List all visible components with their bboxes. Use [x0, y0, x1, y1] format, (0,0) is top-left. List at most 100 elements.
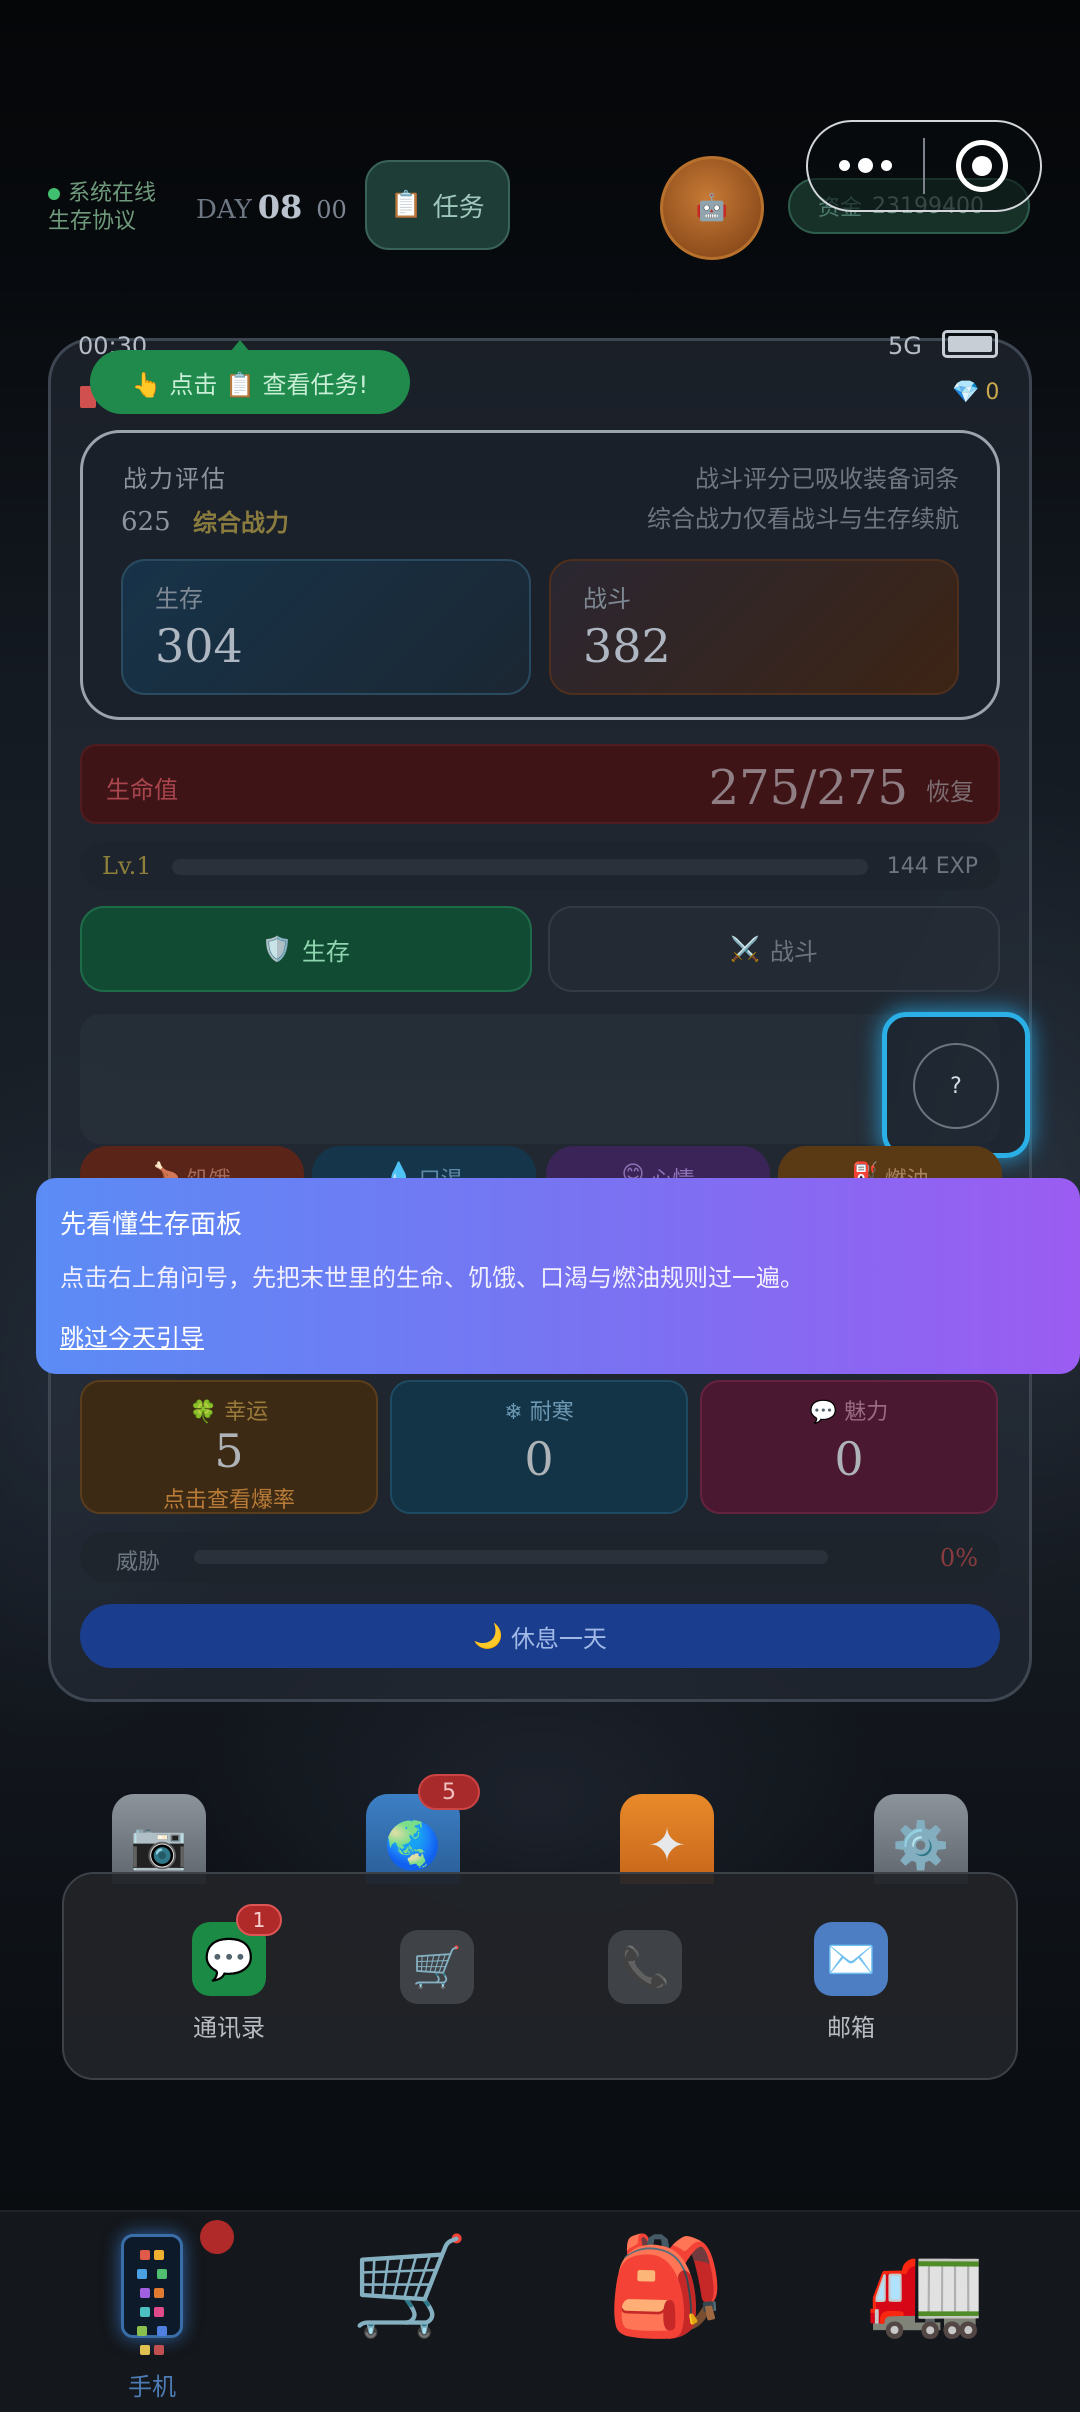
power-value: 625	[121, 507, 171, 537]
clipboard-icon: 📋	[390, 190, 423, 220]
nav-truck[interactable]: 🚛	[846, 2226, 1006, 2406]
backpack-icon: 🎒	[606, 2230, 726, 2342]
snowflake-icon: ❄	[504, 1400, 523, 1425]
app-sparkle[interactable]: ✦	[620, 1794, 714, 1884]
dock-phone[interactable]: 📞	[608, 1930, 682, 2004]
clover-icon: 🍀	[189, 1400, 218, 1425]
attr-cold-text: 耐寒	[529, 1400, 574, 1425]
speech-bubble-icon: 💬	[809, 1400, 838, 1425]
gem-counter: 💎 0	[952, 380, 999, 405]
smartphone-icon	[121, 2234, 183, 2355]
globe-badge: 5	[418, 1774, 480, 1810]
combat-score-card: 战斗 382	[549, 559, 959, 695]
phone-receiver-icon: 📞	[620, 1944, 670, 1991]
more-dots-icon[interactable]	[808, 157, 923, 173]
attr-luck-card[interactable]: 🍀 幸运 5 点击查看爆率	[80, 1380, 378, 1514]
survival-panel-blurred	[80, 1014, 1000, 1144]
threat-bar: 威胁 0%	[80, 1532, 1000, 1582]
online-dot-icon	[48, 188, 60, 200]
chat-bubble-icon: 💬	[204, 1936, 254, 1983]
robot-assistant-button[interactable]: 🤖	[660, 156, 764, 260]
attr-luck-drop-rate-link[interactable]: 点击查看爆率	[82, 1482, 376, 1514]
day-number: 08	[257, 188, 303, 226]
dock-shop[interactable]: 🛒	[400, 1930, 474, 2004]
task-label: 任务	[432, 192, 485, 223]
attr-luck-value: 5	[214, 1424, 244, 1478]
life-label: 生命值	[106, 776, 178, 804]
exp-progress-track	[172, 859, 868, 875]
gem-value: 0	[985, 380, 1000, 405]
envelope-icon: ✉️	[826, 1936, 876, 1983]
status-online-text: 系统在线	[68, 181, 157, 206]
tab-combat-label: 战斗	[769, 937, 818, 966]
nav-phone-label: 手机	[128, 2373, 176, 2401]
app-dock: 💬 1 通讯录 🛒 📞 ✉️ 邮箱	[62, 1872, 1018, 2080]
power-assessment-card: 战力评估 625 综合战力 战斗评分已吸收装备词条 综合战力仅看战斗与生存续航 …	[80, 430, 1000, 720]
nav-shop[interactable]: 🛒	[330, 2226, 490, 2406]
combat-score-value: 382	[583, 619, 671, 673]
task-button[interactable]: 📋 任务	[365, 160, 510, 250]
moon-icon: 🌙	[473, 1622, 503, 1650]
task-hint-bubble[interactable]: 👆 点击 📋 查看任务!	[90, 340, 410, 414]
power-note-composite: 综合战力仅看战斗与生存续航	[647, 505, 959, 533]
attr-luck-label: 🍀 幸运	[82, 1394, 376, 1426]
tab-survival-label: 生存	[301, 937, 350, 966]
phone-network: 5G	[888, 332, 922, 360]
attr-charm-text: 魅力	[844, 1400, 889, 1425]
dock-mail-label: 邮箱	[827, 2014, 875, 2042]
rest-day-button[interactable]: 🌙 休息一天	[80, 1604, 1000, 1668]
survival-score-value: 304	[155, 619, 243, 673]
attr-charm-value: 0	[834, 1432, 864, 1486]
battery-icon	[942, 330, 998, 358]
tooltip-title: 先看懂生存面板	[60, 1210, 243, 1240]
attr-cold-value: 0	[524, 1432, 554, 1486]
nav-phone[interactable]: 手机	[72, 2226, 232, 2406]
day-counter: DAY 08 00	[196, 188, 347, 226]
rest-day-label: 休息一天	[510, 1624, 607, 1653]
gem-icon: 💎	[952, 380, 980, 405]
attr-charm-card: 💬 魅力 0	[700, 1380, 998, 1514]
gear-icon: ⚙️	[892, 1818, 950, 1872]
survival-score-card: 生存 304	[121, 559, 531, 695]
app-settings[interactable]: ⚙️	[874, 1794, 968, 1884]
power-title: 战力评估	[123, 465, 227, 493]
composite-power-label: 综合战力	[193, 509, 289, 537]
tab-survival[interactable]: 🛡️ 生存	[80, 906, 532, 992]
system-status: 系统在线 生存协议	[48, 180, 156, 236]
attr-charm-label: 💬 魅力	[702, 1394, 996, 1426]
shopping-cart-icon: 🛒	[412, 1944, 462, 1991]
recover-button[interactable]: 恢复	[926, 772, 974, 807]
nav-phone-notification-dot	[200, 2220, 234, 2254]
crossed-swords-icon: ⚔️	[730, 935, 760, 963]
help-button-highlight[interactable]: ?	[882, 1012, 1030, 1158]
tutorial-tooltip: 先看懂生存面板 点击右上角问号，先把末世里的生命、饥饿、口渴与燃油规则过一遍。 …	[36, 1178, 1080, 1374]
dock-contacts-label: 通讯录	[193, 2014, 265, 2042]
camera-icon: 📷	[130, 1818, 188, 1872]
attr-cold-card: ❄ 耐寒 0	[390, 1380, 688, 1514]
exp-value: 144 EXP	[886, 854, 978, 879]
day-label: DAY	[196, 195, 252, 225]
shield-icon: 🛡️	[262, 935, 292, 963]
shopping-cart-icon: 🛒	[350, 2230, 470, 2342]
life-value: 275/275	[708, 760, 908, 816]
skip-guide-link[interactable]: 跳过今天引导	[60, 1318, 204, 1353]
threat-value: 0%	[939, 1544, 978, 1572]
help-question-icon[interactable]: ?	[913, 1043, 999, 1129]
sparkle-icon: ✦	[647, 1818, 687, 1872]
threat-progress-track	[194, 1550, 828, 1564]
life-bar: 生命值 275/275 恢复	[80, 744, 1000, 824]
dock-mail[interactable]: ✉️	[814, 1922, 888, 1996]
truck-icon: 🚛	[866, 2230, 986, 2342]
globe-icon: 🌏	[384, 1818, 442, 1872]
level-bar: Lv.1 144 EXP	[80, 842, 1000, 890]
status-protocol-text: 生存协议	[48, 209, 137, 234]
tab-combat[interactable]: ⚔️ 战斗	[548, 906, 1000, 992]
contacts-badge: 1	[236, 1904, 282, 1936]
nav-backpack[interactable]: 🎒	[586, 2226, 746, 2406]
app-camera[interactable]: 📷	[112, 1794, 206, 1884]
level-label: Lv.1	[102, 852, 152, 880]
close-target-icon[interactable]	[925, 140, 1040, 192]
power-note-equipment: 战斗评分已吸收装备词条	[695, 465, 959, 493]
day-minutes: 00	[316, 196, 347, 224]
attr-luck-text: 幸运	[224, 1400, 269, 1425]
